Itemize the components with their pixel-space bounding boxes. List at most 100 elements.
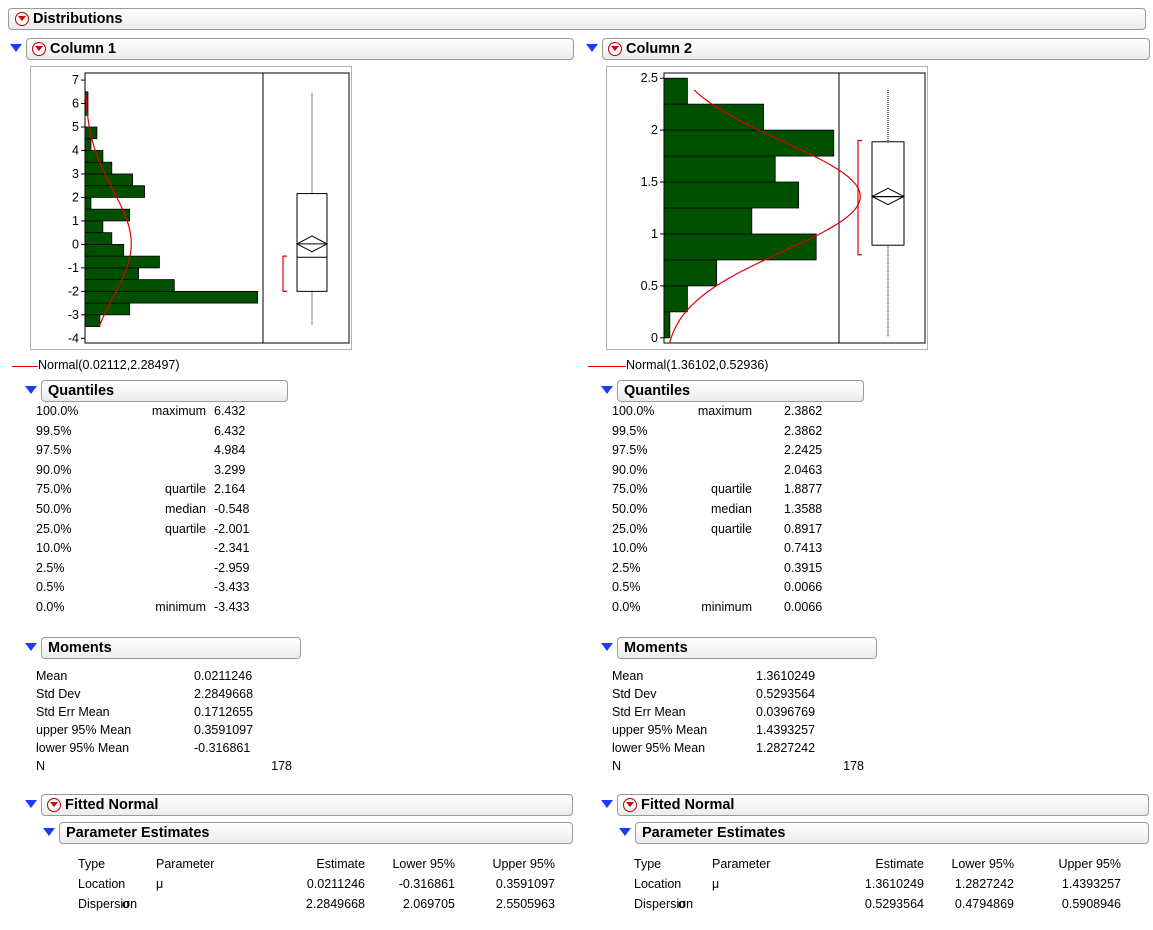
- param-column-header: Lower 95%: [392, 857, 455, 871]
- y-tick-label: -1: [68, 261, 79, 275]
- normal-legend-label: Normal(1.36102,0.52936): [626, 358, 769, 372]
- column-2-header[interactable]: Column 2: [602, 38, 1150, 60]
- moments-header[interactable]: Moments: [617, 637, 877, 659]
- param-cell: μ: [712, 877, 720, 891]
- column-1-menu-icon[interactable]: [32, 42, 46, 56]
- quantiles-header[interactable]: Quantiles: [617, 380, 864, 402]
- quantile-level: 90.0%: [612, 462, 648, 477]
- param-cell: 1.3610249: [864, 877, 924, 891]
- quantile-label: maximum: [697, 404, 752, 418]
- column-2-plot-frame: 0 0.5 1 1.5 2 2.5: [606, 66, 928, 350]
- moments-disclosure-icon[interactable]: [25, 643, 37, 651]
- y-tick-label: -4: [68, 331, 79, 345]
- quantile-level: 0.5%: [612, 580, 641, 595]
- quantile-level: 25.0%: [36, 521, 72, 536]
- parameter-estimates-disclosure-icon[interactable]: [43, 828, 55, 836]
- moment-value: 178: [843, 758, 864, 773]
- y-tick-label: 6: [72, 97, 79, 111]
- moments-disclosure-icon[interactable]: [601, 643, 613, 651]
- quantiles-header[interactable]: Quantiles: [41, 380, 288, 402]
- quantile-level: 50.0%: [612, 502, 648, 516]
- histogram-bar: [84, 279, 175, 292]
- quantile-value: 1.8877: [784, 482, 823, 497]
- distributions-menu-icon[interactable]: [15, 12, 29, 26]
- param-cell: Location: [78, 877, 126, 891]
- param-cell: 2.5505963: [495, 897, 555, 911]
- quantile-value: 3.299: [214, 462, 246, 477]
- param-column-header: Estimate: [875, 857, 924, 871]
- quantile-level: 2.5%: [36, 560, 65, 575]
- param-column-header: Lower 95%: [951, 857, 1014, 871]
- histogram-bar: [663, 207, 753, 235]
- histogram-bar: [663, 285, 688, 313]
- param-column-header: Upper 95%: [1058, 857, 1121, 871]
- param-cell: Location: [634, 877, 682, 891]
- column-2-chart: 0 0.5 1 1.5 2 2.5: [641, 71, 926, 345]
- fitted-normal-header[interactable]: Fitted Normal: [617, 794, 1149, 816]
- moment-label: Mean: [36, 669, 68, 683]
- moment-label: Std Dev: [36, 686, 81, 701]
- fitted-normal-disclosure-icon[interactable]: [25, 800, 37, 808]
- quantile-level: 100.0%: [36, 404, 79, 418]
- y-tick-label: 5: [72, 120, 79, 134]
- column-2-disclosure-icon[interactable]: [586, 44, 598, 52]
- fitted-normal-menu-icon[interactable]: [47, 798, 61, 812]
- quantile-value: -0.548: [214, 502, 250, 516]
- quantiles-disclosure-icon[interactable]: [601, 386, 613, 394]
- histogram-bar: [663, 129, 835, 157]
- quantile-level: 10.0%: [612, 541, 648, 556]
- quantile-value: 0.0066: [784, 600, 823, 614]
- quantiles-disclosure-icon[interactable]: [25, 386, 37, 394]
- histogram-bar: [84, 267, 139, 281]
- fitted-normal-menu-icon[interactable]: [623, 798, 637, 812]
- moment-label: Std Dev: [612, 686, 657, 701]
- moment-value: 1.3610249: [756, 669, 816, 683]
- quantile-value: -2.341: [214, 541, 250, 556]
- parameter-estimates-header[interactable]: Parameter Estimates: [635, 822, 1149, 844]
- quantile-label: quartile: [165, 521, 206, 536]
- moments-title: Moments: [48, 640, 112, 656]
- histogram-bar: [84, 185, 145, 198]
- param-cell: 0.3591097: [495, 877, 555, 891]
- moment-value: 0.5293564: [756, 686, 816, 701]
- histogram-bar: [84, 314, 101, 327]
- distributions-header[interactable]: Distributions: [8, 8, 1146, 30]
- param-cell: 0.5293564: [864, 897, 924, 911]
- parameter-estimates-disclosure-icon[interactable]: [619, 828, 631, 836]
- quantile-value: 2.3862: [784, 404, 823, 418]
- histogram-bar: [84, 243, 125, 257]
- moments-header[interactable]: Moments: [41, 637, 301, 659]
- moment-label: Mean: [612, 669, 644, 683]
- quantile-value: 0.7413: [784, 541, 823, 556]
- column-2-menu-icon[interactable]: [608, 42, 622, 56]
- y-tick-label: 0: [651, 331, 658, 345]
- histogram-bar: [84, 173, 134, 187]
- param-cell: 0.0211246: [306, 877, 365, 891]
- fitted-normal-header[interactable]: Fitted Normal: [41, 794, 573, 816]
- column-1-disclosure-icon[interactable]: [10, 44, 22, 52]
- fitted-normal-disclosure-icon[interactable]: [601, 800, 613, 808]
- y-tick-label: 0.5: [641, 279, 658, 293]
- moment-label: lower 95% Mean: [612, 740, 706, 755]
- moment-label: N: [36, 758, 46, 773]
- param-cell: 0.4794869: [954, 897, 1014, 911]
- quantile-level: 50.0%: [36, 502, 72, 516]
- param-column-header: Parameter: [156, 857, 215, 871]
- quantile-level: 97.5%: [36, 443, 72, 458]
- quantile-label: median: [711, 502, 752, 516]
- y-tick-label: 4: [72, 143, 79, 157]
- histogram-bar: [663, 103, 764, 131]
- parameter-estimates-header[interactable]: Parameter Estimates: [59, 822, 573, 844]
- quantile-label: median: [165, 502, 206, 516]
- moment-label: Std Err Mean: [612, 704, 686, 719]
- moments-title: Moments: [624, 640, 688, 656]
- column-2-title: Column 2: [626, 41, 693, 57]
- y-tick-label: 1: [651, 227, 658, 241]
- column-1-plot-frame: -4 -3 -2 -1 0 1 2 3 4 5 6 7: [30, 66, 352, 350]
- histogram-bar: [84, 138, 92, 151]
- column-1-header[interactable]: Column 1: [26, 38, 574, 60]
- fitted-normal-title: Fitted Normal: [641, 797, 735, 813]
- normal-legend-line: [12, 366, 38, 367]
- y-tick-label: 1.5: [641, 175, 658, 189]
- moment-label: upper 95% Mean: [612, 722, 708, 737]
